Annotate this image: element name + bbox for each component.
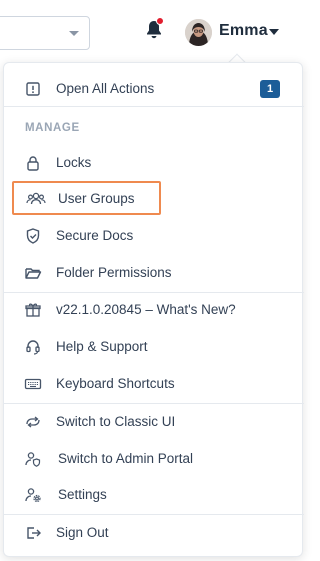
switch-classic-icon bbox=[24, 413, 42, 431]
menu-item-switch-classic-ui[interactable]: Switch to Classic UI bbox=[4, 405, 304, 439]
actions-count-badge: 1 bbox=[260, 80, 280, 98]
menu-item-label: Locks bbox=[56, 155, 92, 170]
top-bar: Emma bbox=[0, 0, 303, 62]
menu-item-keyboard-shortcuts[interactable]: Keyboard Shortcuts bbox=[4, 367, 304, 401]
menu-item-label: v22.1.0.20845 – What's New? bbox=[56, 302, 236, 317]
menu-item-secure-docs[interactable]: Secure Docs bbox=[4, 219, 304, 253]
admin-shield-icon bbox=[24, 450, 42, 468]
avatar[interactable] bbox=[185, 19, 212, 46]
headset-icon bbox=[24, 338, 42, 356]
divider bbox=[4, 106, 304, 107]
menu-item-label: Switch to Admin Portal bbox=[58, 451, 194, 466]
menu-item-help-support[interactable]: Help & Support bbox=[4, 330, 304, 364]
menu-item-label: Switch to Classic UI bbox=[56, 414, 176, 429]
menu-item-label: Open All Actions bbox=[56, 81, 155, 96]
exclamation-box-icon bbox=[24, 80, 42, 98]
menu-item-folder-permissions[interactable]: Folder Permissions bbox=[4, 256, 304, 290]
user-menu-dropdown: Open All Actions 1 MANAGE Locks User Gro… bbox=[3, 62, 304, 557]
chevron-down-icon bbox=[69, 31, 79, 36]
menu-item-open-all-actions[interactable]: Open All Actions bbox=[4, 72, 304, 106]
folder-open-icon bbox=[24, 264, 42, 282]
menu-item-label: Keyboard Shortcuts bbox=[56, 376, 175, 391]
menu-item-label: Settings bbox=[58, 487, 107, 502]
menu-item-sign-out[interactable]: Sign Out bbox=[4, 516, 304, 550]
divider bbox=[4, 514, 304, 515]
sign-out-icon bbox=[24, 524, 42, 542]
menu-item-label: Secure Docs bbox=[56, 228, 134, 243]
menu-item-label: Sign Out bbox=[56, 525, 109, 540]
caret-down-icon[interactable] bbox=[269, 29, 279, 35]
gift-icon bbox=[24, 301, 42, 319]
menu-item-label: Folder Permissions bbox=[56, 265, 172, 280]
menu-item-whats-new[interactable]: v22.1.0.20845 – What's New? bbox=[4, 293, 304, 327]
notification-dot bbox=[156, 17, 164, 25]
keyboard-icon bbox=[24, 375, 42, 393]
divider bbox=[4, 403, 304, 404]
section-title-manage: MANAGE bbox=[25, 122, 80, 134]
shield-check-icon bbox=[24, 227, 42, 245]
user-settings-icon bbox=[24, 486, 42, 504]
dropdown-select[interactable] bbox=[0, 16, 90, 50]
user-name[interactable]: Emma bbox=[219, 22, 268, 40]
menu-item-locks[interactable]: Locks bbox=[4, 146, 304, 180]
menu-item-settings[interactable]: Settings bbox=[4, 478, 304, 512]
menu-item-label: Help & Support bbox=[56, 339, 148, 354]
menu-item-switch-admin-portal[interactable]: Switch to Admin Portal bbox=[4, 442, 304, 476]
selection-highlight bbox=[12, 181, 161, 215]
lock-icon bbox=[24, 154, 42, 172]
